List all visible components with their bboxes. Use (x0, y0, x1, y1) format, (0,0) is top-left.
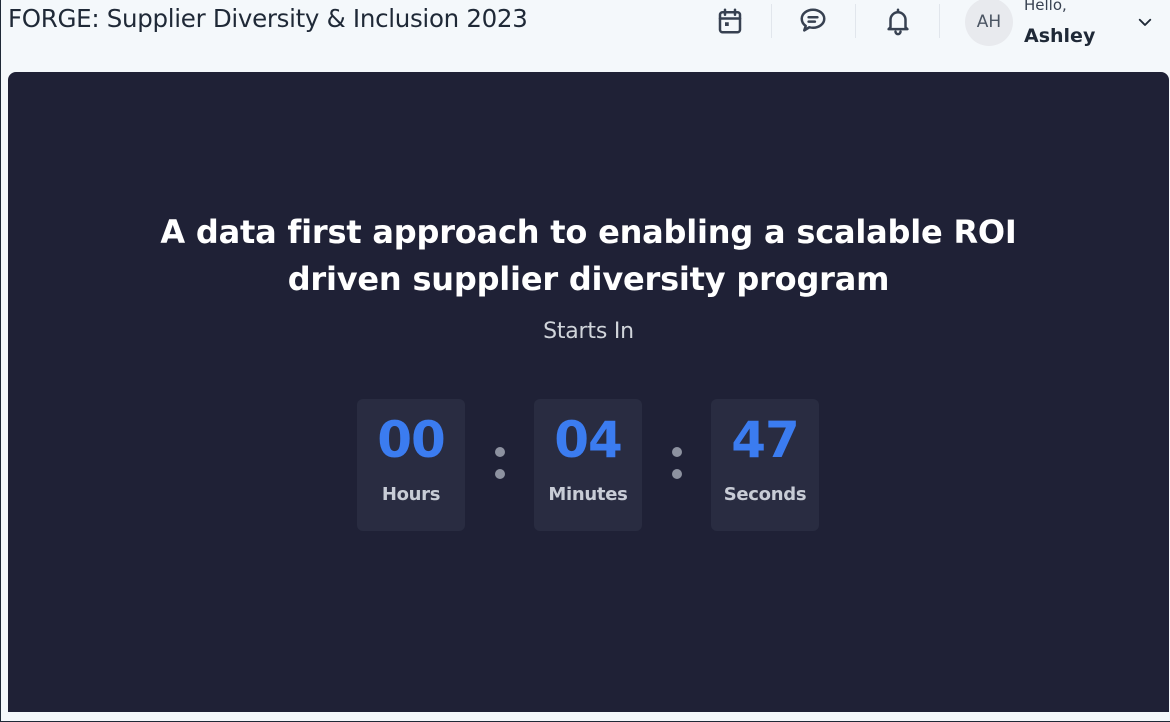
countdown-hours: 00 Hours (357, 399, 465, 531)
header-divider (771, 4, 772, 38)
event-page: FORGE: Supplier Diversity & Inclusion 20… (0, 0, 1170, 722)
countdown-separator (495, 447, 505, 481)
chat-button[interactable] (796, 4, 830, 38)
countdown-seconds: 47 Seconds (711, 399, 819, 531)
countdown-minutes: 04 Minutes (534, 399, 642, 531)
session-headline-text: A data first approach to enabling a scal… (160, 213, 1017, 298)
event-title: FORGE: Supplier Diversity & Inclusion 20… (8, 4, 528, 33)
minutes-value: 04 (554, 411, 623, 469)
header-divider (855, 4, 856, 38)
header-divider (939, 4, 940, 38)
chat-icon (800, 8, 826, 32)
chevron-down-icon (1138, 18, 1152, 26)
calendar-icon (718, 8, 742, 34)
seconds-value: 47 (731, 411, 800, 469)
minutes-label: Minutes (548, 484, 628, 505)
top-header: FORGE: Supplier Diversity & Inclusion 20… (1, 0, 1170, 47)
avatar[interactable]: AH (965, 0, 1013, 46)
session-headline: A data first approach to enabling a scal… (8, 209, 1169, 303)
calendar-button[interactable] (713, 4, 747, 38)
user-name: Ashley (1024, 25, 1096, 47)
starts-in-label: Starts In (543, 319, 634, 344)
session-stage: A data first approach to enabling a scal… (8, 72, 1169, 712)
bell-icon (887, 8, 909, 36)
notifications-button[interactable] (881, 4, 915, 38)
hours-value: 00 (377, 411, 446, 469)
countdown-separator (672, 447, 682, 481)
user-menu-toggle[interactable] (1131, 8, 1159, 36)
seconds-label: Seconds (723, 484, 807, 505)
greeting-text: Hello, (1024, 0, 1067, 14)
hours-label: Hours (381, 484, 441, 505)
